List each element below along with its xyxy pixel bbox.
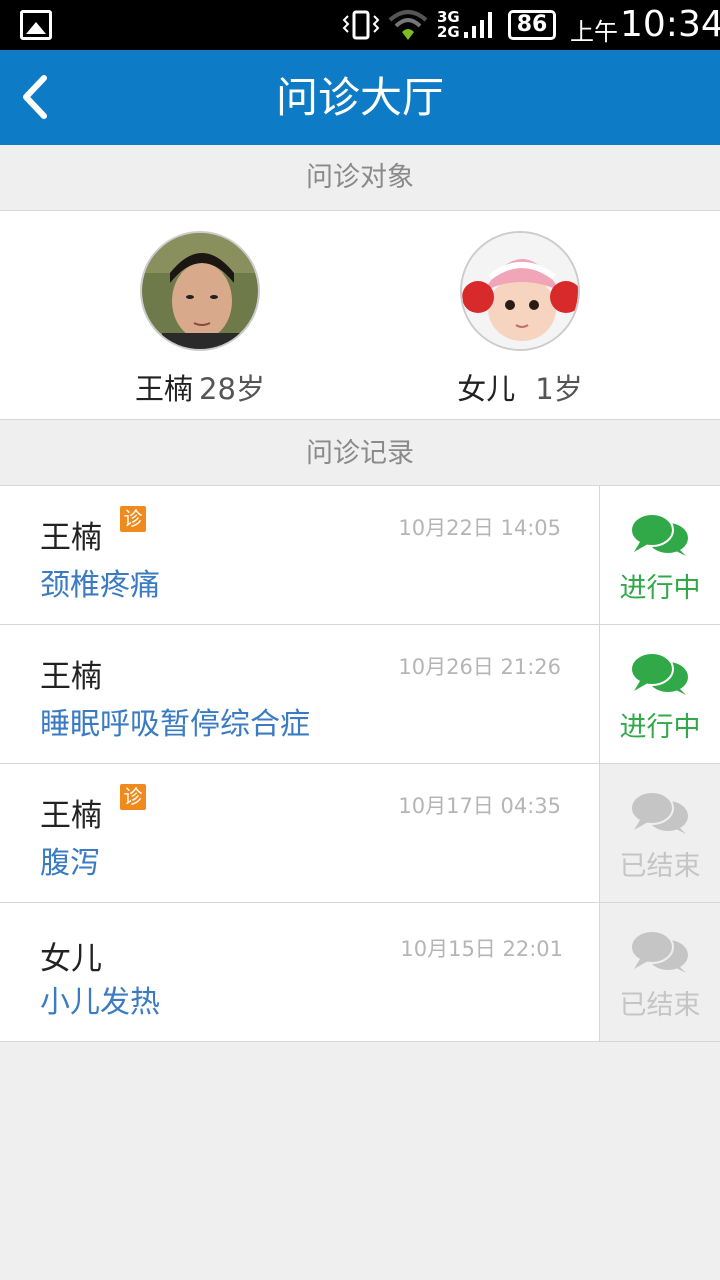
record-diagnosis: 颈椎疼痛	[40, 568, 160, 603]
patient-age: 28岁	[199, 372, 265, 406]
app-header: 问诊大厅	[0, 50, 720, 145]
record-status-label: 进行中	[619, 712, 701, 743]
clock-time: 10:34	[620, 4, 720, 45]
section-header-records: 问诊记录	[0, 419, 720, 486]
record-status[interactable]: 已结束	[599, 764, 720, 902]
record-row[interactable]: 女儿 10月15日 22:01 小儿发热 已结束	[0, 903, 720, 1042]
record-main[interactable]: 王楠 诊 10月17日 04:35 腹泻	[0, 764, 599, 902]
patient-card[interactable]: 王楠 28岁	[70, 211, 330, 419]
record-status-label: 进行中	[619, 573, 701, 604]
chat-bubbles-icon	[630, 513, 688, 556]
status-bar: 3G 2G 86 上午 10:34	[0, 0, 720, 50]
consult-badge: 诊	[120, 784, 146, 810]
record-status[interactable]: 进行中	[599, 486, 720, 624]
patient-name: 女儿 1岁	[390, 366, 650, 408]
signal-icon	[464, 12, 492, 38]
avatar	[140, 231, 260, 351]
record-row[interactable]: 王楠 诊 10月22日 14:05 颈椎疼痛 进行中	[0, 486, 720, 625]
record-patient-name: 女儿	[40, 941, 102, 977]
record-row[interactable]: 王楠 10月26日 21:26 睡眠呼吸暂停综合症 进行中	[0, 625, 720, 764]
record-row[interactable]: 王楠 诊 10月17日 04:35 腹泻 已结束	[0, 764, 720, 903]
consult-badge: 诊	[120, 506, 146, 532]
record-status[interactable]: 进行中	[599, 625, 720, 763]
patient-name-text: 女儿	[457, 372, 516, 406]
clock-ampm: 上午	[570, 18, 618, 46]
gallery-icon	[20, 10, 52, 40]
patient-name: 王楠 28岁	[70, 366, 330, 408]
section-header-patients: 问诊对象	[0, 145, 720, 211]
avatar	[460, 231, 580, 351]
battery-icon: 86	[508, 10, 556, 40]
record-patient-name: 王楠	[40, 659, 102, 695]
record-diagnosis: 睡眠呼吸暂停综合症	[40, 707, 310, 742]
record-main[interactable]: 王楠 诊 10月22日 14:05 颈椎疼痛	[0, 486, 599, 624]
patient-list: 王楠 28岁 女儿 1岁	[0, 211, 720, 419]
chat-bubbles-icon	[630, 791, 688, 834]
chat-bubbles-icon	[630, 930, 688, 973]
record-status[interactable]: 已结束	[599, 903, 720, 1041]
patient-name-text: 王楠	[135, 372, 194, 406]
network-type: 3G 2G	[437, 8, 460, 41]
patient-age: 1岁	[535, 372, 583, 406]
patient-card[interactable]: 女儿 1岁	[390, 211, 650, 419]
record-main[interactable]: 女儿 10月15日 22:01 小儿发热	[0, 903, 599, 1041]
record-time: 10月15日 22:01	[400, 937, 563, 961]
record-time: 10月26日 21:26	[398, 655, 561, 679]
record-main[interactable]: 王楠 10月26日 21:26 睡眠呼吸暂停综合症	[0, 625, 599, 763]
record-status-label: 已结束	[619, 990, 701, 1021]
vibrate-icon	[342, 10, 380, 40]
record-diagnosis: 小儿发热	[40, 985, 160, 1020]
record-status-label: 已结束	[619, 851, 701, 882]
page-title: 问诊大厅	[275, 73, 444, 122]
record-patient-name: 王楠	[40, 520, 102, 556]
record-diagnosis: 腹泻	[40, 846, 100, 881]
record-time: 10月22日 14:05	[398, 516, 561, 540]
record-patient-name: 王楠	[40, 798, 102, 834]
record-list: 王楠 诊 10月22日 14:05 颈椎疼痛 进行中 王楠 10月26日 21:…	[0, 486, 720, 1042]
wifi-icon	[388, 10, 428, 40]
record-time: 10月17日 04:35	[398, 794, 561, 818]
chat-bubbles-icon	[630, 652, 688, 695]
